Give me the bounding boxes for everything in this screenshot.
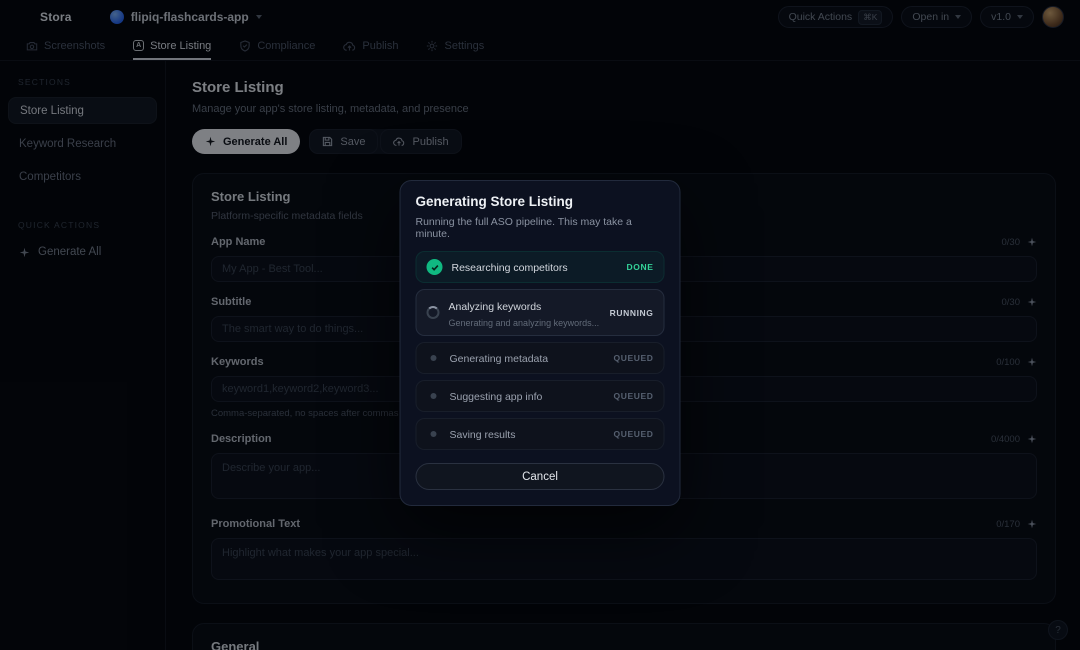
dot-icon xyxy=(431,393,437,399)
step-label: Researching competitors xyxy=(452,262,568,274)
step-label: Generating metadata xyxy=(450,353,549,365)
step-status: DONE xyxy=(627,262,654,272)
modal-subtitle: Running the full ASO pipeline. This may … xyxy=(416,216,665,240)
check-circle-icon xyxy=(427,259,443,275)
generating-modal: Generating Store Listing Running the ful… xyxy=(400,180,681,506)
step-analyzing-keywords: Analyzing keywords Generating and analyz… xyxy=(416,289,665,336)
step-researching-competitors: Researching competitors DONE xyxy=(416,251,665,283)
step-status: RUNNING xyxy=(610,308,654,318)
step-status: QUEUED xyxy=(614,353,654,363)
step-status: QUEUED xyxy=(614,429,654,439)
step-label: Analyzing keywords xyxy=(449,301,542,313)
step-sublabel: Generating and analyzing keywords... xyxy=(449,318,601,328)
dot-icon xyxy=(431,355,437,361)
step-suggesting-app-info: Suggesting app info QUEUED xyxy=(416,380,665,412)
dot-icon xyxy=(431,431,437,437)
step-saving-results: Saving results QUEUED xyxy=(416,418,665,450)
step-status: QUEUED xyxy=(614,391,654,401)
step-label: Suggesting app info xyxy=(450,391,543,403)
modal-title: Generating Store Listing xyxy=(416,194,665,209)
step-label: Saving results xyxy=(450,429,516,441)
pipeline-steps: Researching competitors DONE Analyzing k… xyxy=(416,251,665,450)
cancel-button[interactable]: Cancel xyxy=(416,463,665,490)
spinner-icon xyxy=(427,306,440,319)
step-generating-metadata: Generating metadata QUEUED xyxy=(416,342,665,374)
